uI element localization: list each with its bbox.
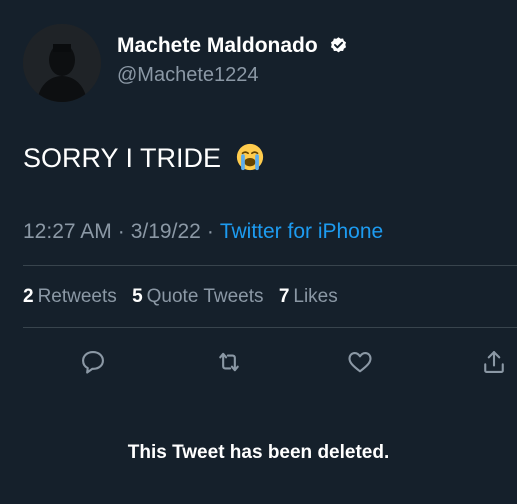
tweet-metadata: 12:27 AM · 3/19/22 · Twitter for iPhone — [23, 220, 383, 244]
retweets-stat[interactable]: 2 Retweets — [23, 286, 117, 307]
reply-button[interactable] — [77, 346, 109, 378]
retweet-button[interactable] — [213, 346, 245, 378]
tweet-text: SORRY I TRIDE — [23, 143, 222, 173]
retweet-icon — [219, 352, 239, 372]
retweets-label: Retweets — [37, 286, 117, 307]
share-icon — [484, 351, 504, 373]
like-icon — [348, 351, 372, 373]
likes-stat[interactable]: 7 Likes — [279, 286, 338, 307]
divider — [23, 327, 517, 328]
likes-label: Likes — [293, 286, 338, 307]
tweet-body: SORRY I TRIDE — [23, 142, 265, 174]
verified-badge-icon — [330, 37, 346, 53]
author-display-name[interactable]: Machete Maldonado — [117, 34, 348, 58]
meta-separator: · — [117, 220, 125, 243]
reply-icon — [82, 351, 104, 374]
likes-count: 7 — [278, 286, 290, 307]
tweet-time[interactable]: 12:27 AM — [23, 220, 112, 243]
like-button[interactable] — [344, 346, 376, 378]
quote-tweets-stat[interactable]: 5 Quote Tweets — [132, 286, 263, 307]
deleted-tweet-notice: This Tweet has been deleted. — [127, 442, 390, 463]
author-handle[interactable]: @Machete1224 — [117, 64, 259, 87]
display-name-text: Machete Maldonado — [117, 34, 318, 57]
avatar[interactable] — [23, 24, 101, 102]
tweet-date[interactable]: 3/19/22 — [131, 220, 201, 243]
share-button[interactable] — [478, 346, 510, 378]
tweet-source-link[interactable]: Twitter for iPhone — [220, 220, 383, 243]
quote-tweets-count: 5 — [132, 286, 143, 307]
loudly-crying-face-emoji-icon — [236, 143, 263, 171]
divider — [23, 265, 517, 266]
engagement-stats: 2 Retweets 5 Quote Tweets 7 Likes — [23, 286, 348, 308]
default-silhouette-avatar-icon — [23, 24, 101, 102]
quote-tweets-label: Quote Tweets — [146, 286, 264, 307]
retweets-count: 2 — [23, 286, 34, 307]
meta-separator: · — [206, 220, 214, 243]
